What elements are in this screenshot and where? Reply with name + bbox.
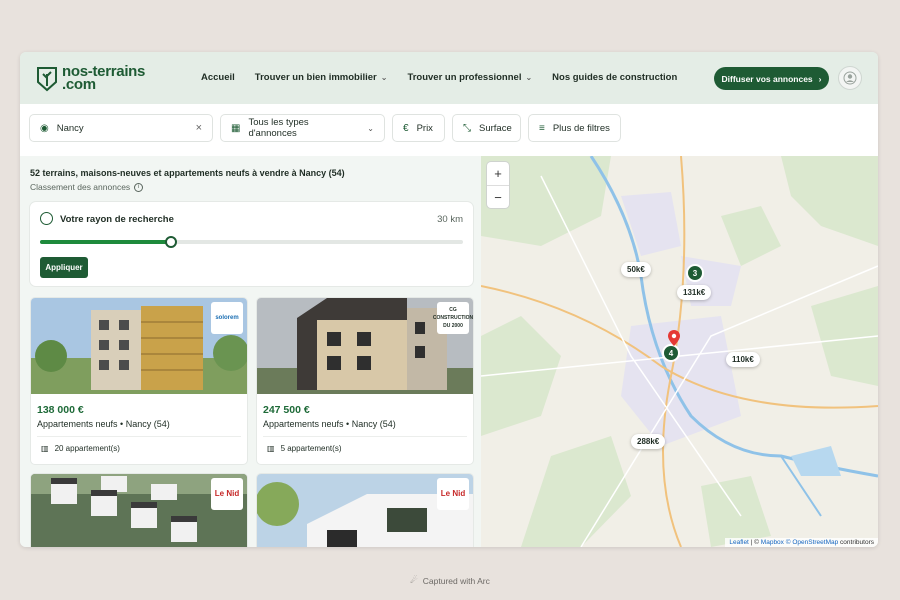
results-panel: 52 terrains, maisons-neuves et apparteme… (20, 156, 481, 547)
agency-logo: solorem (211, 302, 243, 334)
map-price-pin[interactable]: 288k€ (631, 434, 666, 449)
listing-count-text: 20 appartement(s) (54, 444, 120, 453)
price-filter-label: Prix (416, 122, 433, 134)
building-icon: ▥ (267, 444, 275, 453)
type-select[interactable]: ▦ Tous les types d'annonces ⌄ (220, 114, 385, 142)
location-pin-icon: ◉ (40, 122, 49, 134)
main-nav: Accueil Trouver un bien immobilier ⌄ Trou… (201, 72, 697, 83)
sort-control[interactable]: Classement des annonces i (30, 182, 144, 192)
map-attribution: Leaflet | © Mapbox © OpenStreetMap contr… (725, 538, 878, 547)
nav-trouver-bien[interactable]: Trouver un bien immobilier ⌄ (255, 72, 388, 83)
map-price-pin[interactable]: 131k€ (677, 285, 712, 300)
euro-icon: € (403, 122, 409, 134)
agency-logo-text: solorem (215, 315, 239, 321)
chevron-down-icon: ⌄ (367, 123, 374, 133)
map-price-pin[interactable]: 50k€ (621, 262, 651, 277)
radius-icon (40, 212, 53, 225)
agency-logo: Le Nid (437, 478, 469, 510)
listing-image: Le Nid (31, 474, 247, 547)
radius-title: Votre rayon de recherche (60, 214, 174, 225)
agency-logo: Le Nid (211, 478, 243, 510)
listing-card[interactable]: Le Nid (31, 474, 247, 547)
type-select-label: Tous les types d'annonces (248, 117, 309, 139)
filter-bar: ◉ Nancy × ▦ Tous les types d'annonces ⌄ … (20, 104, 878, 156)
agency-logo-text: Le Nid (440, 489, 466, 498)
radius-card: Votre rayon de recherche 30 km Appliquer (30, 202, 473, 286)
leaflet-link[interactable]: Leaflet (729, 539, 749, 546)
diffuser-annonces-button[interactable]: Diffuser vos annonces › (714, 67, 829, 90)
surface-filter-button[interactable]: ⤡ Surface (452, 114, 521, 142)
user-icon (843, 71, 857, 85)
nav-label: Nos guides de construction (552, 72, 678, 83)
agency-logo: CG CONSTRUCTION DU 2000 (433, 302, 473, 334)
contributors-text: contributors (840, 539, 874, 546)
logo-house-icon (37, 67, 57, 92)
more-filters-button[interactable]: ≡ Plus de filtres (528, 114, 621, 142)
listing-type: Appartements neufs • Nancy (54) (37, 419, 170, 429)
osm-link[interactable]: © OpenStreetMap (786, 539, 838, 546)
results-title: 52 terrains, maisons-neuves et apparteme… (30, 168, 345, 178)
listing-price: 138 000 € (37, 404, 84, 416)
location-marker-icon (668, 330, 680, 346)
nav-guides[interactable]: Nos guides de construction (552, 72, 677, 83)
map-cluster[interactable]: 4 (662, 344, 680, 362)
cta-label: Diffuser vos annonces (721, 73, 813, 84)
agency-logo-text: Le Nid (214, 489, 240, 498)
map-view[interactable]: + − 50k€ 131k€ 110k€ 288k€ 3 4 Leaflet |… (481, 156, 878, 547)
nav-accueil[interactable]: Accueil (201, 72, 235, 83)
surface-filter-label: Surface (479, 122, 512, 134)
listing-image: CG CONSTRUCTION DU 2000 (257, 298, 473, 394)
zoom-out-button[interactable]: − (487, 185, 509, 208)
listing-price: 247 500 € (263, 404, 310, 416)
listing-count: ▥ 20 appartement(s) (41, 444, 120, 453)
grid-icon: ▦ (231, 122, 241, 134)
divider (263, 436, 467, 437)
browser-window: nos-terrains .com Accueil Trouver un bie… (20, 52, 878, 547)
capture-footer: ☄ Captured with Arc (0, 575, 900, 586)
radius-slider-fill (40, 240, 172, 244)
location-value: Nancy (56, 122, 84, 134)
nav-trouver-pro[interactable]: Trouver un professionnel ⌄ (407, 72, 532, 83)
chevron-down-icon: ⌄ (380, 73, 388, 82)
attribution-separator: | © (750, 539, 759, 546)
nav-label: Trouver un bien immobilier (254, 72, 377, 83)
clear-icon[interactable]: × (196, 122, 202, 134)
chevron-down-icon: ⌄ (525, 73, 533, 82)
building-icon: ▥ (41, 444, 49, 453)
listing-card[interactable]: Le Nid (257, 474, 473, 547)
footer-label: Captured with Arc (422, 575, 490, 586)
agency-logo-text: CG CONSTRUCTION DU 2000 (432, 307, 473, 329)
avatar[interactable] (838, 66, 862, 90)
map-cluster[interactable]: 3 (686, 264, 704, 282)
listing-count-text: 5 appartement(s) (280, 444, 342, 453)
filter-icon: ≡ (539, 122, 545, 134)
arc-icon: ☄ (410, 575, 418, 585)
radius-slider-handle[interactable] (165, 236, 178, 248)
divider (37, 436, 241, 437)
listing-card[interactable]: solorem 138 000 € Appartements neufs • N… (31, 298, 247, 464)
site-header: nos-terrains .com Accueil Trouver un bie… (20, 52, 878, 104)
listing-count: ▥ 5 appartement(s) (267, 444, 341, 453)
apply-button[interactable]: Appliquer (40, 257, 88, 278)
info-icon: i (134, 182, 144, 192)
mapbox-link[interactable]: Mapbox (761, 539, 784, 546)
expand-icon: ⤡ (463, 122, 471, 134)
nav-label: Trouver un professionnel (407, 72, 522, 83)
map-price-pin[interactable]: 110k€ (726, 352, 760, 367)
location-input[interactable]: ◉ Nancy × (29, 114, 213, 142)
listing-image: Le Nid (257, 474, 473, 547)
price-filter-button[interactable]: € Prix (392, 114, 445, 142)
zoom-control: + − (487, 162, 509, 208)
sort-label: Classement des annonces (30, 182, 131, 192)
radius-value: 30 km (437, 214, 463, 225)
site-logo[interactable]: nos-terrains .com (36, 64, 145, 92)
more-filters-label: Plus de filtres (552, 122, 610, 134)
zoom-in-button[interactable]: + (487, 162, 509, 185)
listing-image: solorem (31, 298, 247, 394)
listing-type: Appartements neufs • Nancy (54) (263, 419, 396, 429)
nav-label: Accueil (201, 72, 235, 83)
radius-slider[interactable] (40, 236, 463, 248)
listing-card[interactable]: CG CONSTRUCTION DU 2000 247 500 € Appart… (257, 298, 473, 464)
chevron-right-icon: › (818, 73, 822, 84)
